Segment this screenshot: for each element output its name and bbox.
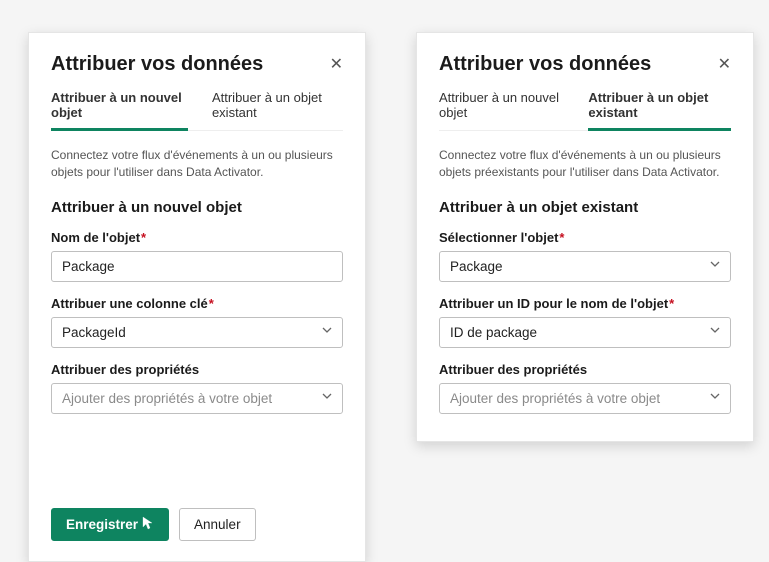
tab-bar: Attribuer à un nouvel objet Attribuer à … (51, 90, 343, 131)
panel-header: Attribuer vos données ✕ (439, 53, 731, 90)
save-button[interactable]: Enregistrer (51, 508, 169, 541)
panel-title: Attribuer vos données (439, 53, 651, 76)
field-object-name: Nom de l'objet* (51, 230, 343, 282)
panel-description: Connectez votre flux d'événements à un o… (51, 147, 343, 181)
close-icon: ✕ (330, 56, 343, 73)
label-object-name: Nom de l'objet* (51, 230, 343, 245)
cancel-button[interactable]: Annuler (179, 508, 256, 541)
close-button[interactable]: ✕ (330, 57, 343, 73)
select-object-value: Package (439, 251, 731, 282)
section-title: Attribuer à un objet existant (439, 199, 731, 216)
required-marker: * (669, 296, 674, 311)
select-key-column[interactable]: PackageId (51, 317, 343, 348)
assign-data-panel-new: Attribuer vos données ✕ Attribuer à un n… (28, 32, 366, 562)
assign-data-panel-existing: Attribuer vos données ✕ Attribuer à un n… (416, 32, 754, 442)
cursor-icon (142, 516, 154, 533)
field-key-column: Attribuer une colonne clé* PackageId (51, 296, 343, 348)
select-properties-placeholder: Ajouter des propriétés à votre objet (439, 383, 731, 414)
field-properties: Attribuer des propriétés Ajouter des pro… (51, 362, 343, 414)
label-object-id: Attribuer un ID pour le nom de l'objet* (439, 296, 731, 311)
section-title: Attribuer à un nouvel objet (51, 199, 343, 216)
select-key-column-value: PackageId (51, 317, 343, 348)
panel-footer: Enregistrer Annuler (51, 508, 256, 541)
required-marker: * (559, 230, 564, 245)
required-marker: * (209, 296, 214, 311)
close-button[interactable]: ✕ (718, 57, 731, 73)
tab-existing-object[interactable]: Attribuer à un objet existant (588, 90, 731, 131)
label-key-column: Attribuer une colonne clé* (51, 296, 343, 311)
tab-new-object[interactable]: Attribuer à un nouvel objet (51, 90, 188, 131)
select-properties-placeholder: Ajouter des propriétés à votre objet (51, 383, 343, 414)
close-icon: ✕ (718, 56, 731, 73)
field-object-id: Attribuer un ID pour le nom de l'objet* … (439, 296, 731, 348)
label-properties: Attribuer des propriétés (51, 362, 343, 377)
field-properties: Attribuer des propriétés Ajouter des pro… (439, 362, 731, 414)
select-object[interactable]: Package (439, 251, 731, 282)
label-properties: Attribuer des propriétés (439, 362, 731, 377)
required-marker: * (141, 230, 146, 245)
field-select-object: Sélectionner l'objet* Package (439, 230, 731, 282)
label-select-object: Sélectionner l'objet* (439, 230, 731, 245)
select-object-id[interactable]: ID de package (439, 317, 731, 348)
tab-new-object[interactable]: Attribuer à un nouvel objet (439, 90, 564, 131)
panel-title: Attribuer vos données (51, 53, 263, 76)
panel-header: Attribuer vos données ✕ (51, 53, 343, 90)
select-properties[interactable]: Ajouter des propriétés à votre objet (51, 383, 343, 414)
select-properties[interactable]: Ajouter des propriétés à votre objet (439, 383, 731, 414)
tab-existing-object[interactable]: Attribuer à un objet existant (212, 90, 343, 131)
input-object-name[interactable] (51, 251, 343, 282)
tab-bar: Attribuer à un nouvel objet Attribuer à … (439, 90, 731, 131)
select-object-id-value: ID de package (439, 317, 731, 348)
panel-description: Connectez votre flux d'événements à un o… (439, 147, 731, 181)
